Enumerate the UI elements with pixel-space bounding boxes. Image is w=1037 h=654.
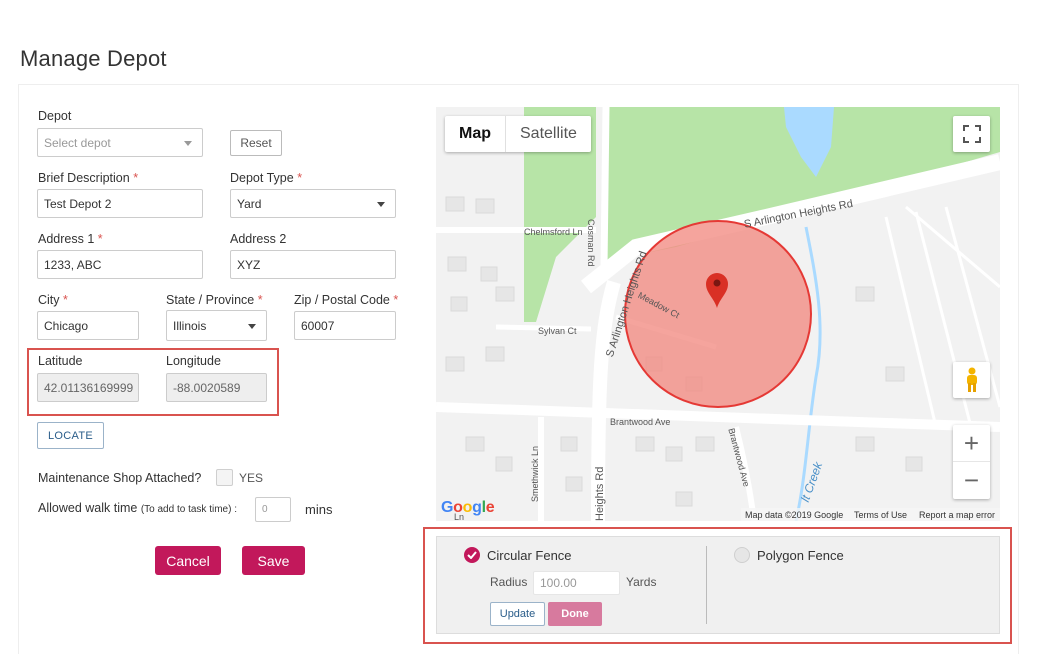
state-select[interactable]: Illinois bbox=[166, 310, 267, 341]
zoom-in-button[interactable]: + bbox=[953, 425, 990, 462]
zoom-out-button[interactable]: − bbox=[953, 462, 990, 499]
depot-type-select[interactable]: Yard bbox=[230, 189, 396, 218]
address1-input[interactable]: 1233, ABC bbox=[37, 250, 203, 279]
street-label: Cosman Rd bbox=[586, 219, 596, 267]
walk-time-label: Allowed walk time (To add to task time) … bbox=[38, 501, 237, 515]
circular-fence-radio[interactable] bbox=[464, 547, 480, 563]
latitude-input: 42.01136169999 bbox=[37, 373, 139, 402]
checkmark-icon bbox=[467, 551, 477, 559]
street-view-button[interactable] bbox=[953, 362, 990, 398]
radius-unit: Yards bbox=[626, 575, 657, 589]
zip-value: 60007 bbox=[301, 318, 335, 333]
city-input[interactable]: Chicago bbox=[37, 311, 139, 340]
address1-value: 1233, ABC bbox=[44, 257, 102, 272]
street-label: Sylvan Ct bbox=[538, 326, 577, 336]
required-marker: * bbox=[393, 293, 399, 307]
maintenance-label: Maintenance Shop Attached? bbox=[38, 471, 202, 485]
longitude-label: Longitude bbox=[166, 354, 221, 368]
city-label-text: City bbox=[38, 293, 60, 307]
map-type-toggle: Map Satellite bbox=[445, 116, 591, 152]
done-button[interactable]: Done bbox=[548, 602, 602, 626]
required-marker: * bbox=[257, 293, 263, 307]
street-label: Heights Rd bbox=[594, 466, 606, 521]
fullscreen-icon bbox=[962, 125, 981, 143]
brief-description-input[interactable]: Test Depot 2 bbox=[37, 189, 203, 218]
zip-label-text: Zip / Postal Code bbox=[294, 293, 390, 307]
walk-time-input[interactable]: 0 bbox=[255, 497, 291, 522]
update-button[interactable]: Update bbox=[490, 602, 545, 626]
tab-map[interactable]: Map bbox=[445, 116, 506, 152]
chevron-down-icon bbox=[377, 201, 385, 207]
brief-description-label: Brief Description * bbox=[38, 171, 138, 185]
polygon-fence-radio[interactable] bbox=[734, 547, 750, 563]
state-label: State / Province * bbox=[166, 293, 263, 307]
longitude-value: -88.0020589 bbox=[173, 380, 241, 395]
google-logo: Google bbox=[441, 499, 495, 516]
fence-divider bbox=[706, 546, 707, 624]
required-marker: * bbox=[63, 293, 68, 307]
save-button[interactable]: Save bbox=[242, 546, 305, 575]
tab-satellite[interactable]: Satellite bbox=[506, 116, 591, 152]
zip-input[interactable]: 60007 bbox=[294, 311, 396, 340]
depot-type-value: Yard bbox=[237, 196, 262, 211]
page-title: Manage Depot bbox=[20, 46, 167, 71]
radius-input[interactable]: 100.00 bbox=[533, 571, 620, 595]
locate-button[interactable]: LOCATE bbox=[37, 422, 104, 449]
radius-value: 100.00 bbox=[540, 576, 577, 590]
fullscreen-button[interactable] bbox=[953, 116, 990, 152]
brief-description-label-text: Brief Description bbox=[38, 171, 130, 185]
address2-label: Address 2 bbox=[230, 232, 287, 246]
walk-time-hint: (To add to task time) : bbox=[140, 504, 237, 515]
street-label: Brantwood Ave bbox=[610, 417, 671, 427]
street-label: Chelmsford Ln bbox=[524, 227, 583, 237]
map-data-attribution: Map data ©2019 Google bbox=[745, 510, 844, 520]
cancel-button[interactable]: Cancel bbox=[155, 546, 221, 575]
city-label: City * bbox=[38, 293, 68, 307]
latitude-label: Latitude bbox=[38, 354, 83, 368]
walk-time-unit: mins bbox=[305, 502, 333, 517]
state-value: Illinois bbox=[173, 318, 207, 333]
radius-label: Radius bbox=[490, 575, 528, 589]
required-marker: * bbox=[97, 232, 103, 246]
address2-input[interactable]: XYZ bbox=[230, 250, 396, 279]
polygon-fence-label: Polygon Fence bbox=[757, 548, 844, 563]
depot-label: Depot bbox=[38, 109, 72, 123]
latitude-value: 42.01136169999 bbox=[44, 380, 134, 395]
street-label: Smethwick Ln bbox=[530, 445, 540, 502]
map-canvas[interactable]: S Arlington Heights Rd Chelmsford Ln Cos… bbox=[436, 107, 1000, 521]
address2-value: XYZ bbox=[237, 257, 261, 272]
map-graphic bbox=[436, 107, 1000, 521]
terms-of-use-link[interactable]: Terms of Use bbox=[854, 510, 907, 520]
longitude-input: -88.0020589 bbox=[166, 373, 267, 402]
city-value: Chicago bbox=[44, 318, 89, 333]
depot-type-label: Depot Type * bbox=[230, 171, 302, 185]
maintenance-checkbox[interactable] bbox=[216, 469, 233, 486]
maintenance-option-label: YES bbox=[239, 471, 264, 485]
zip-label: Zip / Postal Code * bbox=[294, 293, 398, 307]
address1-label-text: Address 1 bbox=[38, 232, 95, 246]
depot-type-label-text: Depot Type bbox=[230, 171, 294, 185]
depot-select[interactable]: Select depot bbox=[37, 128, 203, 157]
chevron-down-icon bbox=[184, 140, 192, 146]
address1-label: Address 1 * bbox=[38, 232, 103, 246]
report-map-error-link[interactable]: Report a map error bbox=[919, 510, 995, 520]
circular-fence-label: Circular Fence bbox=[487, 548, 572, 563]
required-marker: * bbox=[297, 171, 303, 185]
depot-select-placeholder: Select depot bbox=[44, 135, 111, 150]
brief-description-value: Test Depot 2 bbox=[44, 196, 112, 211]
zoom-control: + − bbox=[953, 425, 990, 499]
state-label-text: State / Province bbox=[166, 293, 255, 307]
walk-time-label-text: Allowed walk time bbox=[38, 501, 138, 515]
chevron-down-icon bbox=[248, 323, 256, 329]
reset-button[interactable]: Reset bbox=[230, 130, 282, 156]
pegman-icon bbox=[966, 367, 977, 392]
walk-time-placeholder: 0 bbox=[262, 504, 268, 515]
required-marker: * bbox=[133, 171, 139, 185]
